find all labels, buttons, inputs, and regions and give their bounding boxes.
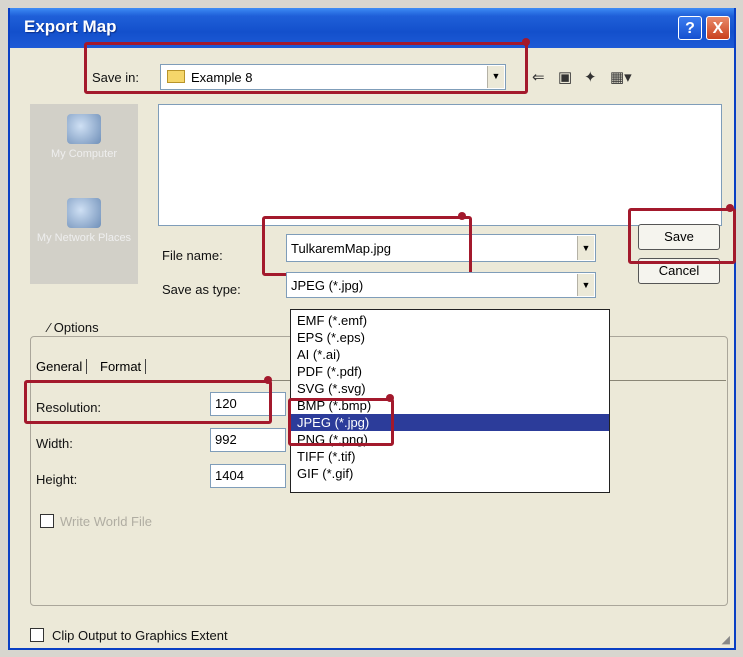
dropdown-option[interactable]: SVG (*.svg): [297, 380, 366, 397]
clip-output-label: Clip Output to Graphics Extent: [52, 628, 228, 643]
save-as-type-label: Save as type:: [162, 282, 241, 297]
dropdown-option[interactable]: EPS (*.eps): [297, 329, 365, 346]
title-bar[interactable]: Export Map ? X: [10, 8, 734, 48]
width-input[interactable]: 992: [210, 428, 286, 452]
resize-grip-icon[interactable]: ◢: [722, 633, 730, 646]
file-list[interactable]: [158, 104, 722, 226]
file-name-input[interactable]: TulkaremMap.jpg ▼: [286, 234, 596, 262]
dropdown-option[interactable]: PDF (*.pdf): [297, 363, 362, 380]
cancel-button[interactable]: Cancel: [638, 258, 720, 284]
width-label: Width:: [36, 436, 73, 451]
dropdown-option[interactable]: TIFF (*.tif): [297, 448, 356, 465]
place-my-computer[interactable]: My Computer: [30, 114, 138, 160]
file-type-dropdown[interactable]: EMF (*.emf) EPS (*.eps) AI (*.ai) PDF (*…: [290, 309, 610, 493]
up-folder-icon[interactable]: ▣: [558, 68, 572, 86]
save-in-value: Example 8: [191, 70, 253, 85]
dropdown-option[interactable]: PNG (*.png): [297, 431, 368, 448]
height-input[interactable]: 1404: [210, 464, 286, 488]
places-bar: My Computer My Network Places: [30, 104, 138, 284]
options-label: Options: [53, 320, 99, 335]
save-button[interactable]: Save: [638, 224, 720, 250]
folder-icon: [167, 70, 185, 83]
resolution-label: Resolution:: [36, 400, 102, 415]
chevron-down-icon[interactable]: ▼: [487, 66, 504, 88]
highlight-marker: [386, 394, 394, 402]
dropdown-option[interactable]: AI (*.ai): [297, 346, 340, 363]
chevron-down-icon[interactable]: ▼: [577, 274, 594, 296]
export-map-dialog: Export Map ? X Save in: Example 8 ▼ ⇐ ▣ …: [8, 8, 736, 650]
world-file-label: Write World File: [60, 514, 152, 529]
save-as-type-combo[interactable]: JPEG (*.jpg) ▼: [286, 272, 596, 298]
place-label: My Computer: [50, 148, 118, 160]
close-button[interactable]: X: [706, 16, 730, 40]
network-icon: [67, 198, 101, 228]
tab-format[interactable]: Format: [100, 359, 147, 374]
place-label: My Network Places: [36, 232, 132, 244]
save-in-combo[interactable]: Example 8 ▼: [160, 64, 506, 90]
save-in-label: Save in:: [92, 70, 139, 85]
highlight-marker: [458, 212, 466, 220]
dropdown-option[interactable]: GIF (*.gif): [297, 465, 353, 482]
dropdown-option[interactable]: EMF (*.emf): [297, 312, 367, 329]
help-button[interactable]: ?: [678, 16, 702, 40]
place-my-network[interactable]: My Network Places: [30, 198, 138, 244]
file-name-value: TulkaremMap.jpg: [291, 241, 391, 256]
height-label: Height:: [36, 472, 78, 487]
save-as-type-value: JPEG (*.jpg): [291, 278, 364, 293]
view-menu-icon[interactable]: ▦▾: [610, 68, 632, 86]
highlight-marker: [522, 38, 530, 46]
options-legend: ⁄ Options: [42, 320, 105, 335]
file-name-label: File name:: [162, 248, 223, 263]
back-icon[interactable]: ⇐: [532, 68, 545, 86]
clip-output-checkbox[interactable]: [30, 628, 44, 642]
highlight-marker: [264, 376, 272, 384]
highlight-marker: [726, 204, 734, 212]
world-file-checkbox[interactable]: [40, 514, 54, 528]
computer-icon: [67, 114, 101, 144]
new-folder-icon[interactable]: ✦: [584, 68, 597, 86]
dialog-title: Export Map: [24, 17, 117, 36]
dropdown-option[interactable]: BMP (*.bmp): [297, 397, 371, 414]
resolution-input[interactable]: 120: [210, 392, 286, 416]
chevron-down-icon[interactable]: ▼: [577, 236, 594, 260]
tab-general[interactable]: General: [36, 359, 88, 374]
dropdown-option-selected[interactable]: JPEG (*.jpg): [291, 414, 609, 431]
